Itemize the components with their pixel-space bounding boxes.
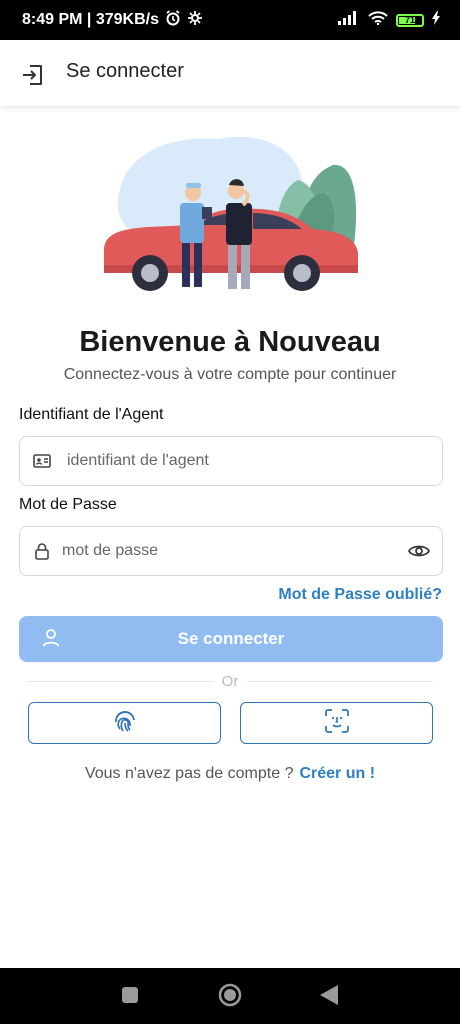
system-nav-bar: [0, 968, 460, 1024]
agent-id-label: Identifiant de l'Agent: [19, 406, 164, 423]
fingerprint-button[interactable]: [28, 702, 221, 744]
fingerprint-icon: [112, 708, 138, 739]
settings-icon: [187, 10, 203, 31]
status-left: 8:49 PM | 379KB/s: [22, 9, 203, 31]
alarm-icon: [165, 9, 181, 31]
signup-link[interactable]: Créer un !: [299, 765, 375, 782]
signup-row: Vous n'avez pas de compte ? Créer un !: [0, 765, 460, 783]
welcome-subtitle: Connectez-vous à votre compte pour conti…: [63, 366, 397, 383]
login-button-label: Se connecter: [177, 629, 285, 648]
battery-level: 71: [404, 15, 415, 25]
face-id-button[interactable]: [240, 702, 433, 744]
signal-icon: [338, 10, 360, 30]
status-right: 71: [338, 10, 440, 30]
hero-illustration: [98, 125, 362, 305]
password-field[interactable]: [19, 526, 443, 576]
agent-id-field[interactable]: [19, 436, 443, 486]
password-input[interactable]: [62, 527, 392, 575]
back-button[interactable]: [320, 985, 338, 1010]
welcome-title: Bienvenue à Nouveau: [79, 326, 381, 358]
app-bar: Se connecter: [0, 40, 460, 106]
forgot-password-link[interactable]: Mot de Passe oublié?: [278, 586, 442, 604]
signup-prompt: Vous n'avez pas de compte ?: [84, 765, 294, 782]
divider-line-right: [247, 681, 433, 682]
id-card-icon: [33, 453, 51, 474]
eye-icon[interactable]: [408, 543, 430, 564]
page-title: Se connecter: [66, 60, 184, 82]
lock-icon: [34, 542, 50, 565]
status-bar: 8:49 PM | 379KB/s 71: [0, 0, 460, 40]
home-button[interactable]: [218, 983, 242, 1012]
user-icon: [41, 628, 61, 653]
battery-icon: 71: [396, 13, 424, 27]
recent-apps-button[interactable]: [122, 987, 138, 1008]
password-label: Mot de Passe: [19, 496, 117, 513]
agent-id-input[interactable]: [67, 437, 427, 485]
login-button[interactable]: Se connecter: [19, 616, 443, 662]
charging-icon: [432, 10, 440, 30]
status-time: 8:49 PM | 379KB/s: [22, 11, 159, 28]
wifi-icon: [368, 10, 388, 30]
login-icon: [20, 62, 46, 88]
face-scan-icon: [324, 708, 350, 739]
